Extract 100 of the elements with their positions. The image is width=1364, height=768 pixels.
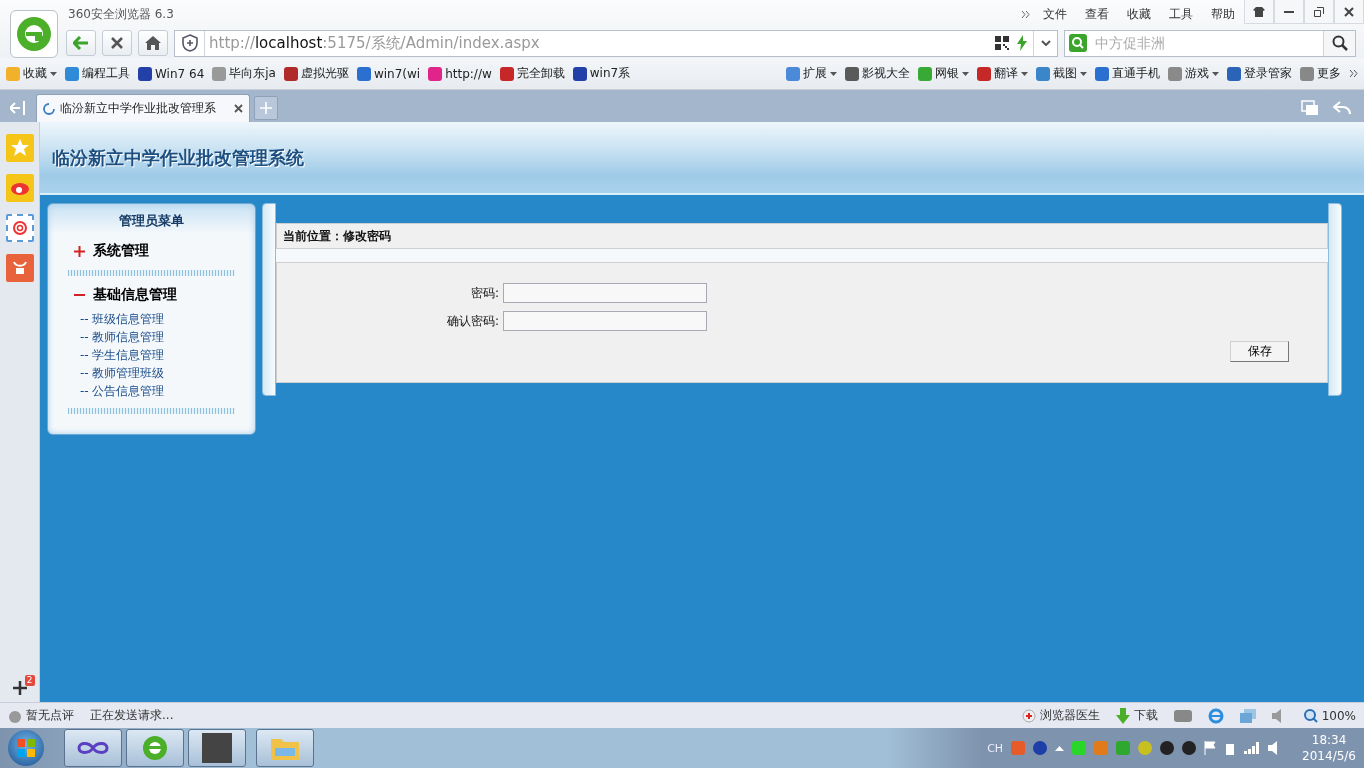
bookmark-link[interactable]: 完全卸载: [499, 65, 565, 82]
bookmark-link[interactable]: http://w: [428, 66, 492, 81]
search-bar[interactable]: 中方促非洲: [1064, 29, 1356, 57]
chevron-icon: [1349, 69, 1358, 78]
notification-badge: 2: [24, 675, 35, 686]
weibo-button[interactable]: [5, 174, 34, 202]
menu-group[interactable]: 系统管理: [68, 240, 235, 262]
zoom-button[interactable]: 100%: [1303, 708, 1356, 723]
menu-item[interactable]: -- 教师信息管理: [68, 328, 235, 346]
restore-button[interactable]: [1304, 0, 1334, 24]
menu-group-label: 系统管理: [93, 242, 149, 260]
restore-icon: [1314, 6, 1324, 17]
window-icon: [1301, 100, 1319, 116]
bookmark-link[interactable]: win7(wi: [356, 66, 421, 81]
photo-placeholder: [202, 733, 232, 763]
tool-icon: [1036, 66, 1050, 81]
close-button[interactable]: [1334, 0, 1364, 24]
stop-button[interactable]: [102, 30, 132, 56]
taskbar-app-button[interactable]: [188, 729, 246, 767]
search-icon: [1331, 35, 1348, 51]
shopping-button[interactable]: [5, 254, 34, 282]
taskbar-app-button[interactable]: [256, 729, 314, 767]
password-field[interactable]: [503, 283, 707, 303]
toolbar-link[interactable]: 游戏: [1168, 65, 1219, 82]
bookmark-icon: [65, 66, 79, 81]
magnifier-icon: [1303, 708, 1318, 723]
new-tab-button[interactable]: [254, 96, 278, 120]
toolbar-link[interactable]: 直通手机: [1095, 65, 1160, 82]
dropdown-caret-icon: [1080, 71, 1087, 76]
status-text: 正在发送请求...: [90, 707, 174, 724]
qr-code-icon[interactable]: [995, 36, 1009, 50]
search-engine-icon: [1069, 34, 1089, 52]
eye-logo-icon: [9, 180, 30, 196]
shirt-icon: [1253, 6, 1265, 17]
back-button[interactable]: [66, 30, 96, 56]
menu-item[interactable]: -- 学生信息管理: [68, 346, 235, 364]
start-button[interactable]: [8, 730, 44, 766]
bookmark-link[interactable]: 虚拟光驱: [283, 65, 349, 82]
rating-status[interactable]: 暂无点评: [8, 707, 74, 724]
save-button[interactable]: 保存: [1230, 341, 1289, 362]
bookmark-link[interactable]: 收藏: [6, 65, 57, 82]
tool-icon: [1168, 66, 1182, 81]
menu-group[interactable]: 基础信息管理: [68, 284, 235, 306]
flag-icon[interactable]: [1204, 741, 1217, 755]
minimize-button[interactable]: [1274, 0, 1304, 24]
toolbar-link[interactable]: 截图: [1036, 65, 1087, 82]
menu-item[interactable]: 工具: [1169, 5, 1193, 23]
taskbar-app-button[interactable]: [126, 729, 184, 767]
toolbar-link[interactable]: 网银: [918, 65, 969, 82]
bookmark-icon: [572, 66, 587, 81]
toolbar-link[interactable]: 扩展: [786, 65, 837, 82]
toolbar-link[interactable]: 影视大全: [845, 65, 910, 82]
mail-button[interactable]: [5, 214, 34, 242]
browser-tab[interactable]: 临汾新立中学作业批改管理系: [36, 94, 250, 122]
menu-item[interactable]: 查看: [1085, 5, 1109, 23]
signal-bars-icon[interactable]: [1244, 742, 1261, 754]
browser-doctor-button[interactable]: 浏览器医生: [1021, 707, 1100, 724]
tool-icon: [1300, 66, 1314, 81]
dropdown-caret-icon: [962, 71, 969, 76]
skin-button[interactable]: [1244, 0, 1274, 24]
loading-spinner-icon: [43, 102, 55, 115]
menu-group-label: 基础信息管理: [93, 286, 177, 304]
window-icon[interactable]: [1239, 708, 1256, 723]
url-text: http://: [209, 33, 255, 52]
address-bar[interactable]: http://localhost:5175/系统/Admin/index.aspx: [174, 29, 1058, 57]
bookmark-link[interactable]: win7系: [572, 65, 631, 82]
add-icon[interactable]: [12, 681, 27, 695]
tray-icon[interactable]: [1072, 741, 1087, 755]
search-field[interactable]: 中方促非洲: [1093, 34, 1323, 52]
toolbar-link[interactable]: 登录管家: [1227, 65, 1292, 82]
toolbar-link[interactable]: 更多: [1300, 65, 1341, 82]
close-icon[interactable]: [234, 104, 243, 113]
dropdown-caret-icon: [1021, 71, 1028, 76]
bookmark-link[interactable]: 毕向东ja: [212, 65, 276, 82]
url-text: localhost: [254, 33, 323, 52]
page-title: 临汾新立中学作业批改管理系统: [52, 145, 304, 170]
download-button[interactable]: 下载: [1115, 707, 1158, 724]
menu-item[interactable]: 收藏: [1127, 5, 1151, 23]
arrow-up-icon[interactable]: [1055, 745, 1065, 751]
close-icon: [111, 37, 123, 49]
bookmark-icon: [138, 66, 152, 81]
menu-item[interactable]: -- 班级信息管理: [68, 310, 235, 328]
undo-arrow-icon: [1333, 101, 1351, 115]
lightning-icon: [1017, 35, 1027, 51]
favorites-button[interactable]: [5, 134, 34, 162]
password-field[interactable]: [503, 311, 707, 331]
field-label: 确认密码:: [445, 312, 500, 330]
menu-item[interactable]: 文件: [1043, 5, 1067, 23]
menu-item[interactable]: -- 公告信息管理: [68, 382, 235, 400]
menu-item[interactable]: 帮助: [1211, 5, 1235, 23]
toolbar-link[interactable]: 翻译: [977, 65, 1028, 82]
tray-icon[interactable]: [1138, 741, 1153, 755]
bookmark-link[interactable]: Win7 64: [138, 66, 205, 81]
taskbar-app-button[interactable]: [64, 729, 122, 767]
tool-icon: [918, 66, 932, 81]
search-button[interactable]: [1323, 30, 1355, 56]
menu-title: 管理员菜单: [118, 212, 185, 230]
menu-item[interactable]: -- 教师管理班级: [68, 364, 235, 382]
home-button[interactable]: [138, 30, 168, 56]
bookmark-link[interactable]: 编程工具: [65, 65, 130, 82]
